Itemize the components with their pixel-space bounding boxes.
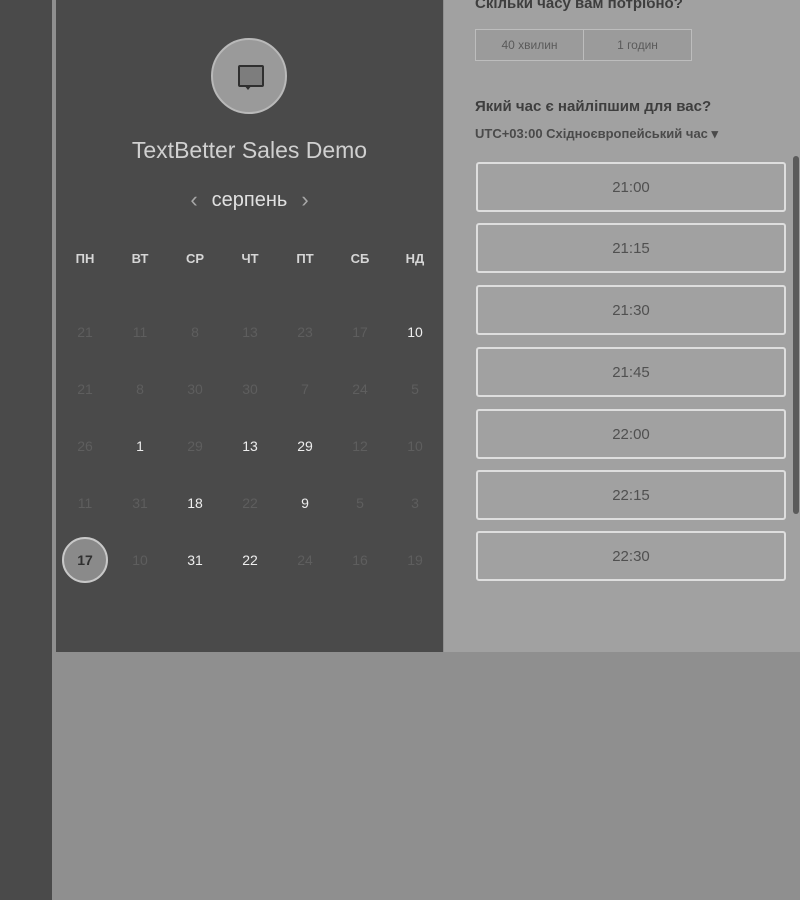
calendar-day: 7 — [301, 381, 309, 397]
calendar-day: 10 — [132, 552, 148, 568]
calendar-day-available[interactable]: 10 — [395, 312, 435, 352]
calendar-day: 16 — [352, 552, 368, 568]
time-slot-button[interactable]: 22:30 — [476, 531, 786, 581]
duration-option-40-min[interactable]: 40 хвилин — [476, 30, 584, 60]
calendar-day: 3 — [411, 495, 419, 511]
calendar-day: 29 — [187, 438, 203, 454]
prev-month-icon[interactable]: ‹ — [190, 186, 197, 214]
duration-option-1-hour[interactable]: 1 годин — [584, 30, 691, 60]
calendar-day: 12 — [352, 438, 368, 454]
calendar-day: 30 — [242, 381, 258, 397]
company-name: TextBetter Sales Demo — [131, 137, 368, 163]
chat-bubble-icon — [234, 61, 264, 91]
calendar-day: 21 — [77, 381, 93, 397]
company-logo — [211, 38, 287, 114]
timezone-selector[interactable]: UTC+03:00 Східноєвропейський час ▾ — [475, 126, 718, 142]
calendar-day: 21 — [77, 324, 93, 340]
next-month-icon[interactable]: › — [301, 186, 308, 214]
calendar-day: 5 — [411, 381, 419, 397]
calendar-day: 30 — [187, 381, 203, 397]
weekday-label: ПТ — [296, 251, 314, 266]
time-slot-button[interactable]: 22:15 — [476, 470, 786, 520]
calendar-day: 26 — [77, 438, 93, 454]
time-slot-button[interactable]: 22:00 — [476, 409, 786, 459]
calendar-day: 22 — [242, 495, 258, 511]
sidebar-strip — [0, 0, 52, 900]
time-slot-button[interactable]: 21:00 — [476, 162, 786, 212]
weekday-label: ПН — [75, 251, 95, 266]
calendar-day: 31 — [132, 495, 148, 511]
calendar-day: 24 — [297, 552, 313, 568]
weekday-label: ЧТ — [241, 251, 259, 266]
duration-selector: 40 хвилин 1 годин — [475, 29, 692, 61]
calendar-day: 17 — [352, 324, 368, 340]
time-slot-button[interactable]: 21:15 — [476, 223, 786, 273]
calendar-day-available[interactable]: 1 — [120, 426, 160, 466]
page-background — [52, 652, 800, 900]
weekday-label: ВТ — [131, 251, 149, 266]
calendar-day-available[interactable]: 31 — [175, 540, 215, 580]
timezone-label: UTC+03:00 Східноєвропейський час — [475, 126, 708, 141]
calendar-day: 23 — [297, 324, 313, 340]
calendar-day-available[interactable]: 29 — [285, 426, 325, 466]
weekday-label: СР — [185, 251, 205, 266]
calendar-panel: TextBetter Sales Demo ‹ серпень › ПН ВТ СР… — [56, 0, 443, 652]
scrollbar-thumb[interactable] — [793, 156, 799, 514]
calendar-day: 19 — [407, 552, 423, 568]
time-question: Який час є найліпшим для вас? — [475, 98, 712, 115]
time-slot-button[interactable]: 21:30 — [476, 285, 786, 335]
time-slot-button[interactable]: 21:45 — [476, 347, 786, 397]
month-navigation: ‹ серпень › — [56, 186, 443, 214]
calendar-day-available[interactable]: 18 — [175, 483, 215, 523]
chevron-down-icon: ▾ — [711, 126, 719, 141]
calendar-day-available[interactable]: 22 — [230, 540, 270, 580]
calendar-day: 10 — [407, 438, 423, 454]
calendar-day: 5 — [356, 495, 364, 511]
calendar-day: 8 — [136, 381, 144, 397]
calendar-day-selected[interactable]: 17 — [62, 537, 108, 583]
weekday-label: СБ — [350, 251, 370, 266]
calendar-day-available[interactable]: 9 — [285, 483, 325, 523]
calendar-day: 8 — [191, 324, 199, 340]
month-label: серпень — [211, 188, 288, 211]
calendar-day: 11 — [132, 324, 148, 340]
duration-question: Скільки часу вам потрібно? — [475, 0, 683, 12]
weekday-label: НД — [405, 251, 425, 266]
calendar-day: 24 — [352, 381, 368, 397]
calendar-day: 13 — [242, 324, 258, 340]
calendar-day: 11 — [77, 495, 93, 511]
calendar-day-available[interactable]: 13 — [230, 426, 270, 466]
